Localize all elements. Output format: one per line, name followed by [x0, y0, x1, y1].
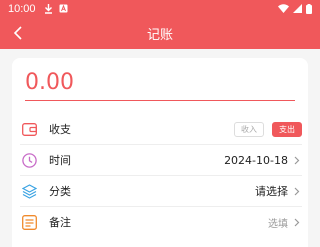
battery-icon [306, 3, 312, 14]
wallet-icon [21, 121, 37, 137]
type-row: 收支 收入 支出 [20, 114, 302, 144]
chevron-right-icon [294, 218, 302, 227]
note-icon [21, 214, 37, 230]
category-row[interactable]: 分类 请选择 [20, 176, 302, 206]
signal-icon [293, 4, 302, 13]
amount-underline [25, 100, 295, 101]
page-title: 记账 [146, 27, 173, 43]
wifi-icon [278, 4, 289, 13]
category-value: 请选择 [255, 185, 288, 198]
amount-input[interactable]: 0.00 [25, 70, 74, 95]
back-button[interactable] [9, 24, 27, 42]
status-bar: 10:00 [0, 0, 320, 17]
type-label: 收支 [49, 123, 71, 136]
time-row[interactable]: 时间 2024-10-18 [20, 145, 302, 175]
income-button[interactable]: 收入 [234, 121, 264, 137]
chevron-right-icon [294, 156, 302, 165]
expense-button[interactable]: 支出 [272, 121, 302, 137]
type-toggle: 收入 支出 [234, 121, 302, 137]
chevron-left-icon [13, 26, 22, 40]
clock-icon [21, 152, 37, 168]
note-value[interactable]: 选填 [268, 215, 288, 230]
time-value: 2024-10-18 [224, 153, 288, 167]
app-notification-icon [59, 4, 68, 13]
chevron-right-icon [294, 187, 302, 196]
layers-icon [21, 183, 37, 199]
category-label: 分类 [49, 185, 71, 198]
note-label: 备注 [49, 216, 71, 229]
status-icons [278, 3, 312, 14]
app-bar: 记账 [0, 17, 320, 49]
time-label: 时间 [49, 154, 71, 167]
entry-card: 0.00 收支 收入 支出 时间 2024-10-18 分类 请选择 备注 选填 [12, 58, 308, 247]
status-time: 10:00 [8, 2, 36, 15]
download-icon [44, 3, 53, 14]
note-row[interactable]: 备注 选填 [20, 207, 302, 237]
